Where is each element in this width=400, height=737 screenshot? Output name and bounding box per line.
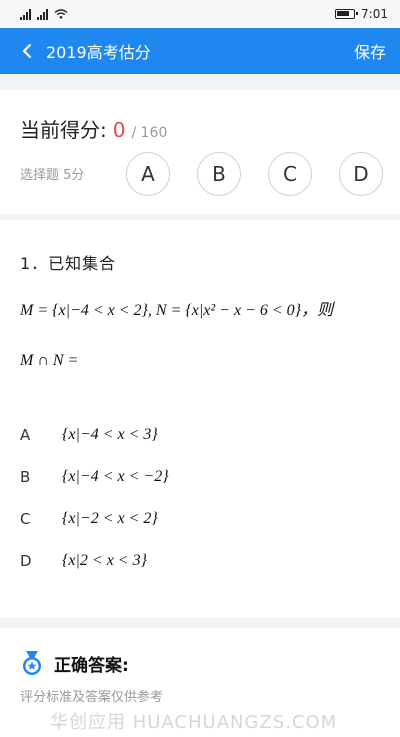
- question-line-1: M = {x|−4 < x < 2}, N = {x|x² − x − 6 < …: [20, 302, 334, 319]
- option-letter: D: [20, 552, 32, 570]
- answer-option-a[interactable]: A: [126, 152, 170, 196]
- option-letter: C: [20, 510, 31, 528]
- question-title: 1．已知集合: [20, 254, 117, 273]
- status-time: 7:01: [361, 7, 388, 21]
- choice-type-label: 选择题 5分: [20, 168, 85, 183]
- answer-option-d[interactable]: D: [339, 152, 383, 196]
- answer-card: 正确答案: 评分标准及答案仅供参考 华创应用 HUACHUANGZS.COM: [0, 628, 400, 737]
- option-text: {x|2 < x < 3}: [62, 552, 147, 569]
- score-line: 当前得分: 0 / 160: [20, 114, 167, 143]
- option-letter: B: [20, 468, 31, 486]
- wifi-icon: [54, 9, 68, 19]
- back-button[interactable]: [16, 40, 38, 62]
- option-text: {x|−2 < x < 2}: [62, 510, 158, 527]
- page-title: 2019高考估分: [46, 43, 151, 62]
- answer-header: 正确答案:: [20, 650, 129, 676]
- signal-icon: [20, 8, 31, 20]
- question-line-2: M ∩ N =: [20, 352, 79, 369]
- score-value: 0: [112, 118, 126, 142]
- answer-title: 正确答案:: [54, 655, 129, 676]
- question-card: 1．已知集合 M = {x|−4 < x < 2}, N = {x|x² − x…: [0, 220, 400, 618]
- status-icons-right: 7:01: [335, 7, 388, 21]
- answer-subtitle: 评分标准及答案仅供参考: [20, 690, 164, 705]
- answer-option-c[interactable]: C: [268, 152, 312, 196]
- question-option-d: D {x|2 < x < 3}: [20, 552, 147, 570]
- option-text: {x|−4 < x < 3}: [62, 426, 158, 443]
- save-button[interactable]: 保存: [354, 39, 386, 63]
- answer-option-b[interactable]: B: [197, 152, 241, 196]
- question-option-a: A {x|−4 < x < 3}: [20, 426, 158, 444]
- option-letter: A: [20, 426, 31, 444]
- battery-icon: [335, 9, 359, 19]
- app-bar: 2019高考估分 保存: [0, 28, 400, 74]
- question-option-b: B {x|−4 < x < −2}: [20, 468, 169, 486]
- status-bar: 7:01: [0, 0, 400, 28]
- score-total: / 160: [131, 125, 168, 141]
- chevron-left-icon: [22, 43, 32, 59]
- score-label: 当前得分:: [20, 118, 107, 142]
- score-card: 当前得分: 0 / 160 选择题 5分 A B C D: [0, 90, 400, 214]
- option-text: {x|−4 < x < −2}: [62, 468, 169, 485]
- question-option-c: C {x|−2 < x < 2}: [20, 510, 158, 528]
- status-icons-left: [20, 8, 68, 20]
- watermark: 华创应用 HUACHUANGZS.COM: [50, 712, 338, 733]
- signal-icon-2: [37, 8, 48, 20]
- medal-icon: [23, 651, 41, 675]
